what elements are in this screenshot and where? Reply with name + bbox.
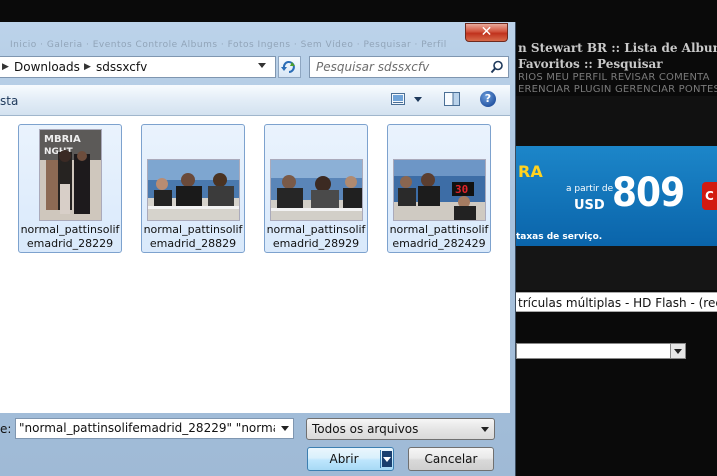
file-open-dialog: Inicio · Galeria · Eventos Controle Albu…: [0, 22, 516, 476]
file-item[interactable]: normal_pattinsolifemadrid_28829: [141, 124, 245, 253]
file-item[interactable]: normal_pattinsolifemadrid_28929: [264, 124, 368, 253]
page-dropdown[interactable]: [516, 343, 686, 359]
file-item[interactable]: 30 normal_pattinsolifemadrid_282429: [387, 124, 491, 253]
new-folder-button[interactable]: sta: [0, 94, 18, 108]
file-name: normal_pattinsolifemadrid_28929: [266, 223, 366, 250]
filename-label: e:: [0, 422, 12, 436]
forum-breadcrumb[interactable]: n Stewart BR :: Lista de Album :: Últi: [518, 41, 717, 55]
close-icon: ✕: [480, 24, 493, 40]
banner-headline: RA: [518, 162, 543, 181]
refresh-button[interactable]: [278, 56, 301, 78]
video-format-select[interactable]: trículas múltiplas - HD Flash - (recome: [516, 292, 717, 312]
filename-history-dropdown-icon[interactable]: [281, 426, 289, 431]
file-type-value: Todos os arquivos: [312, 422, 419, 436]
open-button-label: Abrir: [329, 452, 359, 466]
banner-prefix: a partir de: [566, 184, 614, 194]
image-thumbnail: [147, 159, 240, 221]
file-item[interactable]: MBRIA NGHT normal_pattinsolifemadrid_282…: [18, 124, 122, 253]
dialog-titlebar[interactable]: Inicio · Galeria · Eventos Controle Albu…: [0, 22, 516, 52]
address-dropdown-icon[interactable]: [258, 63, 266, 68]
filename-input[interactable]: "normal_pattinsolifemadrid_28229" "norma…: [15, 418, 294, 439]
image-thumbnail: [270, 159, 363, 221]
preview-pane-icon[interactable]: [444, 92, 460, 106]
search-input[interactable]: [316, 59, 486, 75]
page-strip-2: [516, 246, 717, 290]
split-divider: [380, 450, 381, 468]
file-type-select[interactable]: Todos os arquivos: [306, 418, 495, 440]
open-options-dropdown-icon[interactable]: [382, 451, 392, 467]
page-strip: [516, 96, 717, 146]
open-button[interactable]: Abrir: [307, 447, 394, 471]
filename-value[interactable]: "normal_pattinsolifemadrid_28229" "norma…: [19, 421, 275, 435]
file-name: normal_pattinsolifemadrid_28229: [20, 223, 120, 250]
help-icon[interactable]: ?: [480, 91, 496, 107]
cancel-button[interactable]: Cancelar: [408, 447, 494, 471]
svg-text:30: 30: [455, 183, 468, 196]
file-list-view[interactable]: MBRIA NGHT normal_pattinsolifemadrid_282…: [0, 116, 510, 413]
svg-text:MBRIA: MBRIA: [44, 134, 81, 145]
banner-price: 809: [612, 170, 685, 216]
banner-footnote: taxas de serviço.: [516, 232, 603, 242]
refresh-icon: [281, 61, 295, 73]
search-icon[interactable]: [490, 60, 504, 74]
close-button[interactable]: ✕: [465, 23, 508, 42]
file-name: normal_pattinsolifemadrid_282429: [389, 223, 489, 250]
chevron-down-icon: [670, 344, 685, 358]
breadcrumb-downloads[interactable]: Downloads: [14, 60, 80, 74]
banner-button[interactable]: C: [702, 182, 717, 210]
change-view-icon[interactable]: [391, 93, 405, 105]
breadcrumb-arrow-icon[interactable]: ▶: [84, 62, 91, 72]
breadcrumb-arrow-icon[interactable]: ▶: [2, 62, 9, 72]
banner-currency: USD: [574, 198, 605, 213]
chevron-down-icon: [481, 427, 489, 432]
admin-nav-row[interactable]: ERENCIAR PLUGIN GERENCIAR PONTES: [518, 84, 717, 95]
address-bar[interactable]: ▶ Downloads ▶ sdssxcfv: [0, 56, 276, 78]
ad-banner[interactable]: RA a partir de USD 809 C taxas de serviç…: [516, 146, 717, 246]
search-box[interactable]: [309, 56, 509, 78]
view-options-dropdown-icon[interactable]: [414, 97, 422, 102]
command-toolbar: sta ?: [0, 85, 510, 116]
address-row: ▶ Downloads ▶ sdssxcfv: [0, 56, 516, 80]
file-name: normal_pattinsolifemadrid_28829: [143, 223, 243, 250]
user-nav-row[interactable]: RIOS MEU PERFIL REVISAR COMENTA: [518, 72, 717, 83]
breadcrumb-current-folder[interactable]: sdssxcfv: [96, 60, 147, 74]
titlebar-reflection: Inicio · Galeria · Eventos Controle Albu…: [10, 40, 447, 50]
image-thumbnail: 30: [393, 159, 486, 221]
forum-links[interactable]: Favoritos :: Pesquisar: [518, 57, 717, 71]
image-thumbnail: MBRIA NGHT: [39, 129, 102, 221]
